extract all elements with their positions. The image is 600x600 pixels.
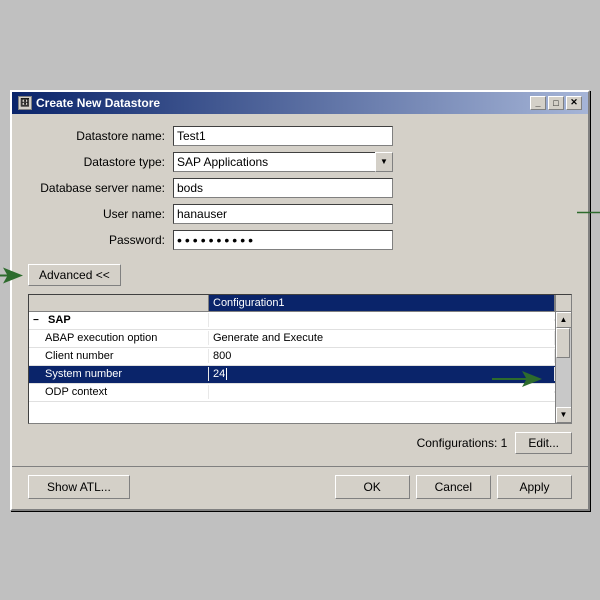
grid-cell-abap-label: ABAP execution option xyxy=(29,331,209,345)
grid-content: − SAP ABAP execution option Generate and… xyxy=(29,312,555,423)
grid-header-config: Configuration1 xyxy=(209,295,555,311)
scrollbar-thumb[interactable] xyxy=(556,328,570,358)
grid-cell-client-value: 800 xyxy=(209,349,555,363)
maximize-button[interactable]: □ xyxy=(548,96,564,110)
edit-button[interactable]: Edit... xyxy=(515,432,572,454)
datastore-type-row: Datastore type: SAP Applications ▼ xyxy=(28,152,572,172)
scrollbar-up-button[interactable]: ▲ xyxy=(556,312,572,328)
datastore-name-row: Datastore name: xyxy=(28,126,572,146)
advanced-section: Advanced << Configuration1 xyxy=(28,264,572,454)
configs-row: Configurations: 1 Edit... xyxy=(28,432,572,454)
username-row: User name: xyxy=(28,204,572,224)
username-input[interactable] xyxy=(173,204,393,224)
password-row: Password: xyxy=(28,230,572,250)
grid-row-odp[interactable]: ODP context xyxy=(29,384,555,402)
grid-scrollable: − SAP ABAP execution option Generate and… xyxy=(29,312,571,423)
window-title: Create New Datastore xyxy=(36,96,160,110)
title-bar-text: 🗄 Create New Datastore xyxy=(18,96,160,110)
grid-scrollbar[interactable]: ▲ ▼ xyxy=(555,312,571,423)
bottom-buttons-bar: Show ATL... OK Cancel Apply xyxy=(12,466,588,509)
grid-cell-abap-value: Generate and Execute xyxy=(209,331,555,345)
grid-cell-client-label: Client number xyxy=(29,349,209,363)
advanced-button[interactable]: Advanced << xyxy=(28,264,121,286)
username-label: User name: xyxy=(28,207,173,221)
grid-row-sap[interactable]: − SAP xyxy=(29,312,555,330)
grid-cell-sap-label: − SAP xyxy=(29,313,209,327)
db-server-row: Database server name: xyxy=(28,178,572,198)
password-label: Password: xyxy=(28,233,173,247)
grid-cell-sap-value xyxy=(209,319,555,321)
scrollbar-track[interactable] xyxy=(556,328,571,407)
window-body: Datastore name: Datastore type: SAP Appl… xyxy=(12,114,588,466)
grid-header-left xyxy=(29,295,209,311)
configs-label: Configurations: 1 xyxy=(417,436,508,450)
system-number-arrow xyxy=(492,369,542,392)
cancel-button[interactable]: Cancel xyxy=(416,475,491,499)
show-atl-button[interactable]: Show ATL... xyxy=(28,475,130,499)
advanced-grid: Configuration1 − SAP ABAP execution opti… xyxy=(28,294,572,424)
grid-row-system-number[interactable]: System number 24 xyxy=(29,366,555,384)
grid-cell-system-label: System number xyxy=(29,367,209,381)
advanced-arrow-indicator xyxy=(0,265,23,288)
title-bar: 🗄 Create New Datastore _ □ ✕ xyxy=(12,92,588,114)
close-button[interactable]: ✕ xyxy=(566,96,582,110)
db-server-input[interactable] xyxy=(173,178,393,198)
window-icon: 🗄 xyxy=(18,96,32,110)
text-cursor xyxy=(226,368,227,380)
datastore-name-input[interactable] xyxy=(173,126,393,146)
grid-header: Configuration1 xyxy=(29,295,571,312)
db-server-label: Database server name: xyxy=(28,181,173,195)
grid-cell-odp-label: ODP context xyxy=(29,385,209,399)
apply-button[interactable]: Apply xyxy=(497,475,572,499)
password-input[interactable] xyxy=(173,230,393,250)
create-datastore-dialog: 🗄 Create New Datastore _ □ ✕ Datastore n… xyxy=(10,90,590,511)
title-bar-buttons: _ □ ✕ xyxy=(530,96,582,110)
ok-button[interactable]: OK xyxy=(335,475,410,499)
datastore-type-select-wrapper: SAP Applications ▼ xyxy=(173,152,393,172)
datastore-type-label: Datastore type: xyxy=(28,155,173,169)
datastore-name-label: Datastore name: xyxy=(28,129,173,143)
username-arrow-indicator xyxy=(577,202,600,225)
grid-row-client[interactable]: Client number 800 xyxy=(29,348,555,366)
grid-row-abap[interactable]: ABAP execution option Generate and Execu… xyxy=(29,330,555,348)
minimize-button[interactable]: _ xyxy=(530,96,546,110)
datastore-type-select[interactable]: SAP Applications xyxy=(173,152,376,172)
ok-cancel-apply-group: OK Cancel Apply xyxy=(335,475,572,499)
scrollbar-down-button[interactable]: ▼ xyxy=(556,407,572,423)
select-dropdown-arrow[interactable]: ▼ xyxy=(375,152,393,172)
